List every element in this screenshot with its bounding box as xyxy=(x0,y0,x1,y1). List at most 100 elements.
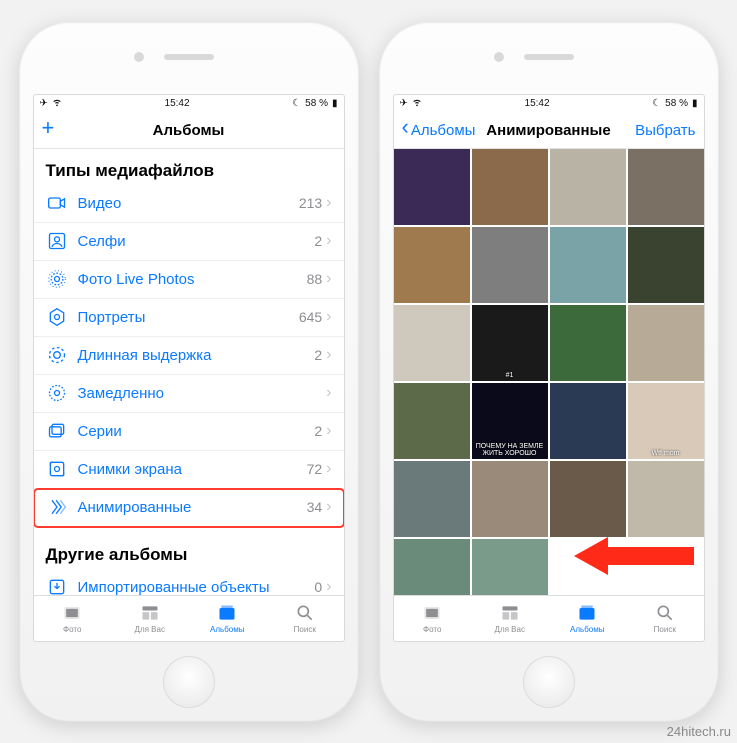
row-label: Длинная выдержка xyxy=(78,347,315,364)
import-icon xyxy=(46,576,68,595)
section-other-albums: Другие альбомы xyxy=(34,533,344,569)
status-bar: ✈ 15:42 ☾ 58 % ▮ xyxy=(394,95,704,113)
photo-thumbnail[interactable]: #1 xyxy=(472,305,548,381)
select-button[interactable]: Выбрать xyxy=(616,122,696,139)
slomo-icon xyxy=(46,382,68,404)
video-icon xyxy=(46,192,68,214)
page-title: Альбомы xyxy=(153,122,225,139)
animated-grid[interactable]: #1 ПОЧЕМУ НА ЗЕМЛЕ ЖИТЬ ХОРОШО Wtf mom xyxy=(394,149,704,595)
row-label: Видео xyxy=(78,195,299,212)
photo-thumbnail[interactable] xyxy=(394,149,470,225)
tab-label: Альбомы xyxy=(570,625,604,634)
row-count: 0 xyxy=(314,579,322,595)
home-button[interactable] xyxy=(163,656,215,708)
tab-photos[interactable]: Фото xyxy=(34,596,112,641)
tab-foryou[interactable]: Для Вас xyxy=(111,596,189,641)
media-type-row-portrait[interactable]: Портреты645› xyxy=(34,299,344,337)
wifi-icon xyxy=(52,97,62,110)
row-label: Снимки экрана xyxy=(78,461,307,478)
section-media-types: Типы медиафайлов xyxy=(34,149,344,185)
animated-icon xyxy=(46,496,68,518)
row-label: Импортированные объекты xyxy=(78,579,315,595)
photo-thumbnail[interactable] xyxy=(550,149,626,225)
chevron-right-icon: › xyxy=(326,384,331,402)
thumbnail-caption: ПОЧЕМУ НА ЗЕМЛЕ ЖИТЬ ХОРОШО xyxy=(474,443,546,457)
media-type-row-live[interactable]: Фото Live Photos88› xyxy=(34,261,344,299)
photo-thumbnail[interactable] xyxy=(394,227,470,303)
photo-thumbnail[interactable] xyxy=(394,305,470,381)
thumbnail-caption: Wtf mom xyxy=(630,450,702,457)
photo-thumbnail[interactable] xyxy=(472,539,548,595)
row-label: Замедленно xyxy=(78,385,323,402)
photo-thumbnail[interactable] xyxy=(628,461,704,537)
row-label: Анимированные xyxy=(78,499,307,516)
media-type-row-video[interactable]: Видео213› xyxy=(34,185,344,223)
row-count: 213 xyxy=(299,195,322,211)
photo-thumbnail[interactable] xyxy=(394,539,470,595)
photo-thumbnail[interactable] xyxy=(550,227,626,303)
chevron-left-icon xyxy=(402,122,409,139)
status-bar: ✈ 15:42 ☾ 58 % ▮ xyxy=(34,95,344,113)
tab-label: Альбомы xyxy=(210,625,244,634)
add-button[interactable]: + xyxy=(42,122,122,139)
speaker-grille xyxy=(524,54,574,60)
airplane-icon: ✈ xyxy=(40,98,48,109)
photo-thumbnail[interactable] xyxy=(550,539,626,595)
photo-thumbnail[interactable] xyxy=(394,383,470,459)
photo-thumbnail[interactable]: ПОЧЕМУ НА ЗЕМЛЕ ЖИТЬ ХОРОШО xyxy=(472,383,548,459)
row-label: Серии xyxy=(78,423,315,440)
dnd-icon: ☾ xyxy=(652,98,661,109)
page-title: Анимированные xyxy=(486,122,610,139)
photo-thumbnail[interactable] xyxy=(628,305,704,381)
photo-thumbnail[interactable] xyxy=(472,149,548,225)
photo-thumbnail[interactable]: Wtf mom xyxy=(628,383,704,459)
row-count: 72 xyxy=(307,461,323,477)
photos-icon xyxy=(61,603,83,623)
chevron-right-icon: › xyxy=(326,460,331,478)
photo-thumbnail[interactable] xyxy=(472,227,548,303)
albums-icon xyxy=(216,603,238,623)
back-button[interactable]: Альбомы xyxy=(402,122,482,139)
tab-photos[interactable]: Фото xyxy=(394,596,472,641)
row-label: Фото Live Photos xyxy=(78,271,307,288)
photo-thumbnail[interactable] xyxy=(472,461,548,537)
photo-thumbnail[interactable] xyxy=(628,227,704,303)
photo-thumbnail[interactable] xyxy=(550,305,626,381)
photo-thumbnail[interactable] xyxy=(628,539,704,595)
chevron-right-icon: › xyxy=(326,346,331,364)
media-type-row-selfie[interactable]: Селфи2› xyxy=(34,223,344,261)
longexp-icon xyxy=(46,344,68,366)
photo-thumbnail[interactable] xyxy=(394,461,470,537)
chevron-right-icon: › xyxy=(326,422,331,440)
media-type-row-burst[interactable]: Серии2› xyxy=(34,413,344,451)
row-count: 88 xyxy=(307,271,323,287)
tab-search[interactable]: Поиск xyxy=(266,596,344,641)
media-type-row-longexp[interactable]: Длинная выдержка2› xyxy=(34,337,344,375)
home-button[interactable] xyxy=(523,656,575,708)
battery-icon: ▮ xyxy=(332,98,338,109)
airplane-icon: ✈ xyxy=(400,98,408,109)
burst-icon xyxy=(46,420,68,442)
tab-albums[interactable]: Альбомы xyxy=(189,596,267,641)
media-type-row-animated[interactable]: Анимированные34› xyxy=(34,489,344,527)
tab-foryou[interactable]: Для Вас xyxy=(471,596,549,641)
status-time: 15:42 xyxy=(525,98,550,109)
photo-thumbnail[interactable] xyxy=(550,383,626,459)
photo-thumbnail[interactable] xyxy=(628,149,704,225)
battery-pct: 58 % xyxy=(665,98,688,109)
media-type-row-screenshot[interactable]: Снимки экрана72› xyxy=(34,451,344,489)
front-camera xyxy=(494,52,504,62)
chevron-right-icon: › xyxy=(326,232,331,250)
chevron-right-icon: › xyxy=(326,578,331,595)
media-type-row-import[interactable]: Импортированные объекты0› xyxy=(34,569,344,595)
photo-thumbnail[interactable] xyxy=(550,461,626,537)
navbar-animated: Альбомы Анимированные Выбрать xyxy=(394,113,704,149)
screen-left: ✈ 15:42 ☾ 58 % ▮ + Альбомы Типы медиа xyxy=(33,94,345,642)
tab-label: Для Вас xyxy=(495,625,525,634)
dnd-icon: ☾ xyxy=(292,98,301,109)
front-camera xyxy=(134,52,144,62)
tab-albums[interactable]: Альбомы xyxy=(549,596,627,641)
media-type-row-slomo[interactable]: Замедленно› xyxy=(34,375,344,413)
tab-label: Для Вас xyxy=(135,625,165,634)
tab-search[interactable]: Поиск xyxy=(626,596,704,641)
